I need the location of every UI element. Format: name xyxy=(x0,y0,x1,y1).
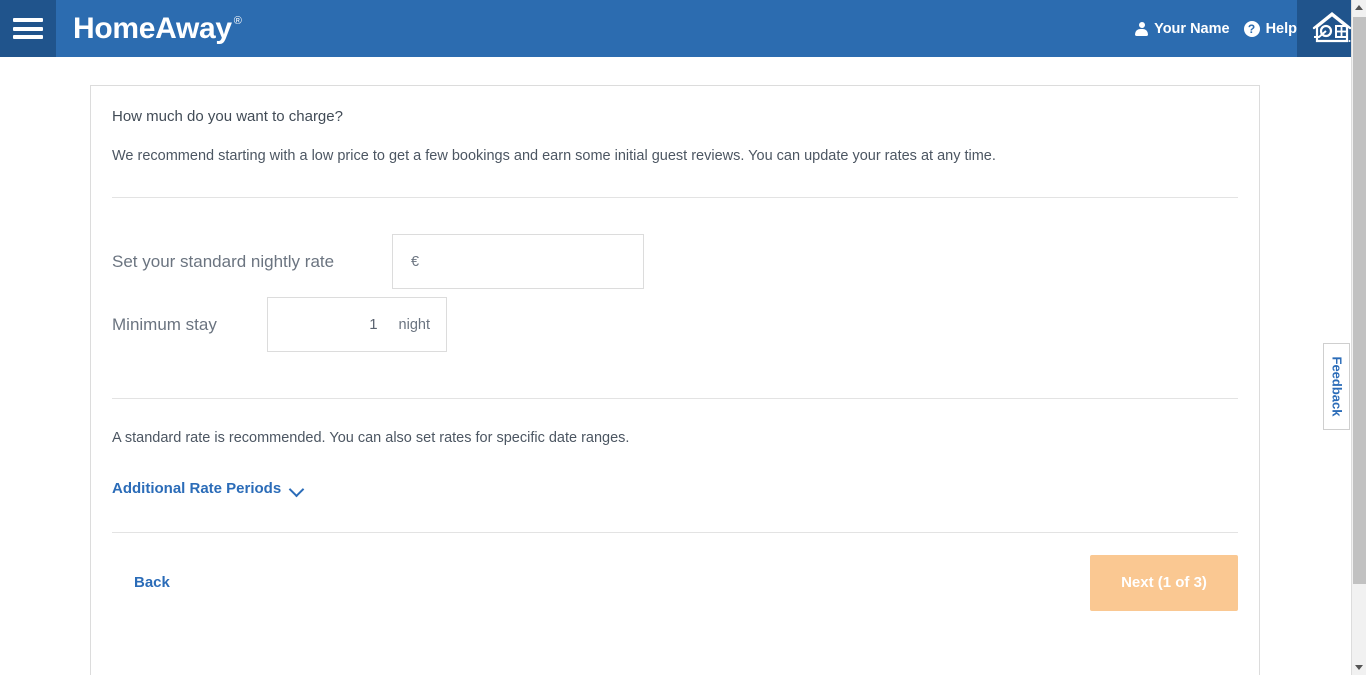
scroll-down-arrow-icon[interactable] xyxy=(1352,660,1366,675)
nightly-rate-label: Set your standard nightly rate xyxy=(112,252,335,272)
help-button[interactable]: ? Help xyxy=(1243,20,1297,37)
person-icon xyxy=(1135,21,1149,36)
nightly-rate-row: Set your standard nightly rate € xyxy=(91,234,1259,290)
card-header: How much do you want to charge? We recom… xyxy=(91,86,1259,165)
chevron-down-icon xyxy=(290,484,305,493)
hamburger-menu-button[interactable] xyxy=(0,0,56,57)
account-label: Your Name xyxy=(1154,20,1230,37)
minimum-stay-row: Minimum stay 1 night xyxy=(91,297,1259,353)
additional-rate-periods-label: Additional Rate Periods xyxy=(112,479,282,497)
card-footer: Back Next (1 of 3) xyxy=(91,554,1259,611)
page-root: HomeAway ® Your Name ? Help How much do … xyxy=(0,0,1366,675)
nightly-rate-input[interactable]: € xyxy=(392,234,644,290)
scrollbar-thumb[interactable] xyxy=(1353,17,1366,584)
brand-name: HomeAway xyxy=(73,11,232,45)
help-label: Help xyxy=(1265,20,1297,37)
hamburger-icon xyxy=(13,18,43,39)
header-actions: Your Name ? Help xyxy=(1135,0,1297,57)
divider-bottom xyxy=(112,531,1238,533)
divider-middle xyxy=(112,398,1238,400)
back-button[interactable]: Back xyxy=(134,574,170,591)
page-title: How much do you want to charge? xyxy=(112,108,343,125)
brand-logo[interactable]: HomeAway ® xyxy=(73,11,242,45)
minimum-stay-value: 1 xyxy=(369,316,378,334)
brand-registered-mark: ® xyxy=(233,14,242,27)
feedback-label: Feedback xyxy=(1329,356,1345,417)
feedback-tab[interactable]: Feedback xyxy=(1323,343,1350,430)
minimum-stay-label: Minimum stay xyxy=(112,315,217,335)
page-subtitle: We recommend starting with a low price t… xyxy=(112,148,996,164)
minimum-stay-unit: night xyxy=(398,316,430,333)
account-menu-button[interactable]: Your Name xyxy=(1135,20,1230,37)
homeaway-house-logo-icon xyxy=(1312,11,1351,42)
additional-rate-periods-toggle[interactable]: Additional Rate Periods xyxy=(91,481,305,496)
rates-form-card: How much do you want to charge? We recom… xyxy=(90,85,1260,675)
page-scrollbar[interactable] xyxy=(1351,0,1366,675)
question-mark-icon: ? xyxy=(1243,20,1260,37)
currency-symbol: € xyxy=(411,253,420,270)
divider-top xyxy=(112,197,1238,199)
scroll-up-arrow-icon[interactable] xyxy=(1352,0,1366,15)
standard-rate-note: A standard rate is recommended. You can … xyxy=(112,430,630,447)
next-button[interactable]: Next (1 of 3) xyxy=(1090,554,1238,611)
minimum-stay-input[interactable]: 1 night xyxy=(267,297,447,353)
